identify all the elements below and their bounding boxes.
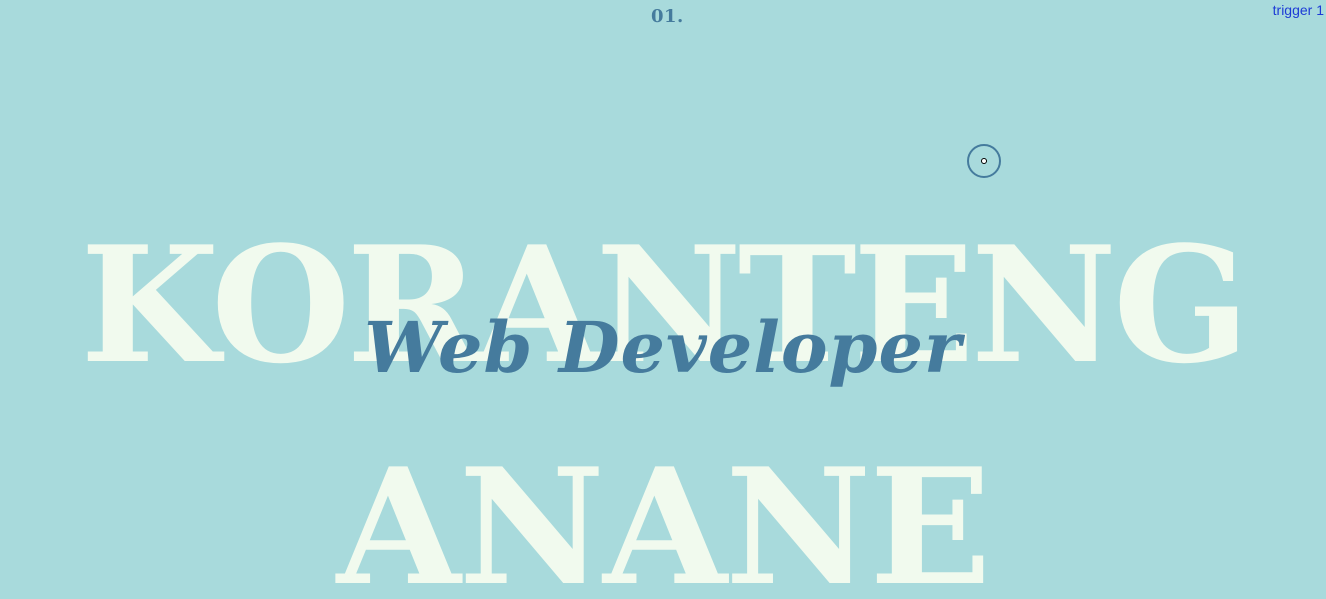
section-number: 01. (651, 6, 684, 27)
hero-role-subtitle: Web Developer (364, 306, 962, 390)
hero-last-name: ANANE (336, 433, 992, 599)
trigger-marker-label: trigger 1 (1272, 2, 1324, 18)
custom-cursor-dot-icon (981, 158, 987, 164)
